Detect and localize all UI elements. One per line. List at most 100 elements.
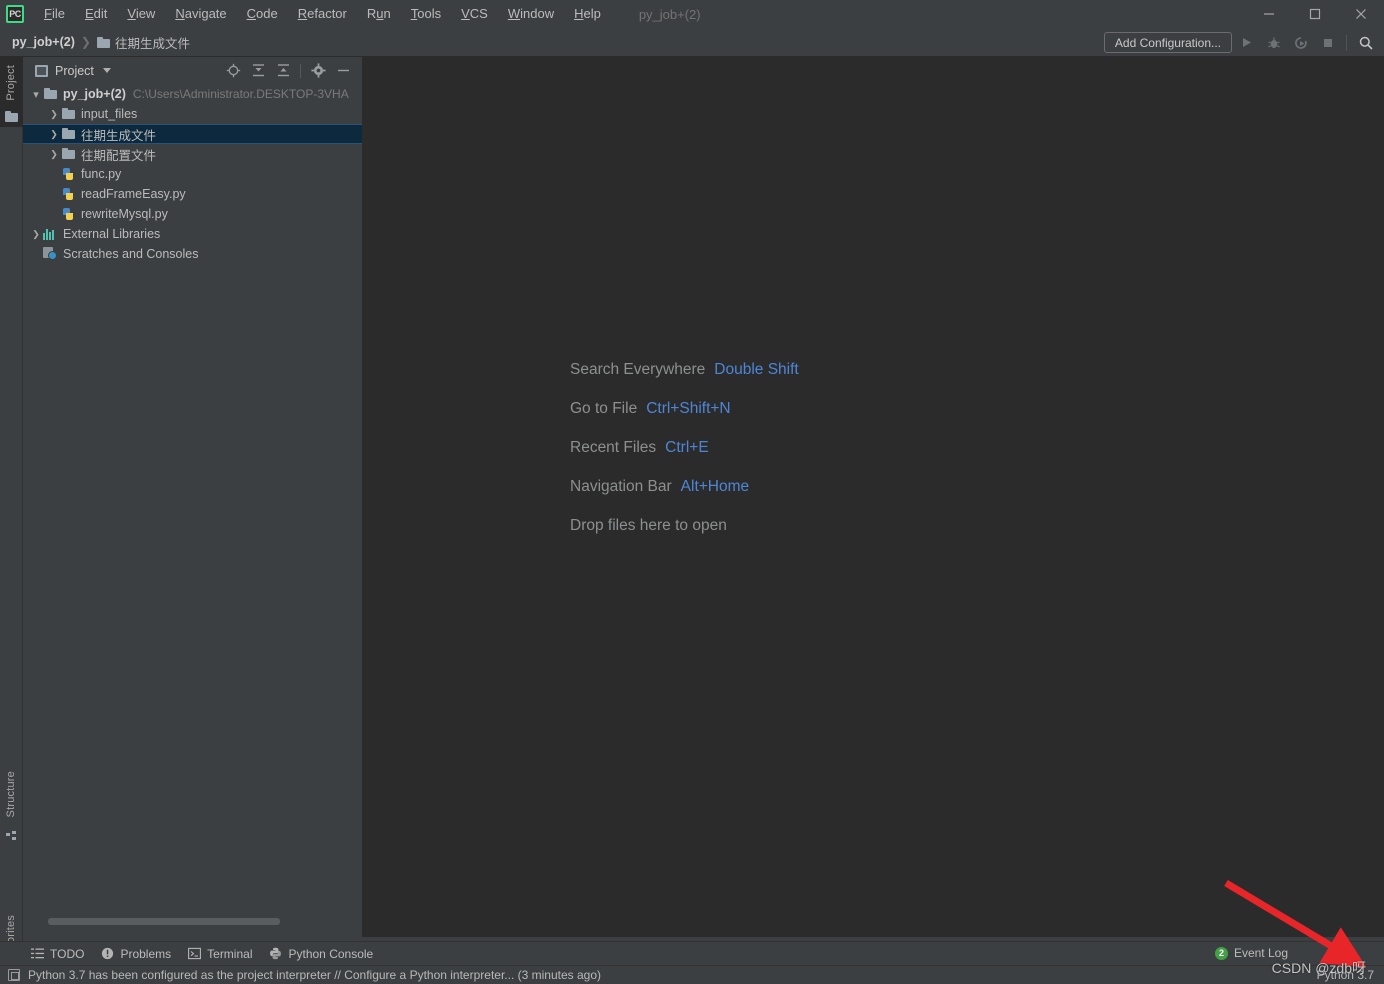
debug-icon[interactable] bbox=[1261, 30, 1286, 55]
add-configuration-button[interactable]: Add Configuration... bbox=[1103, 32, 1232, 53]
tree-row[interactable]: External Libraries bbox=[23, 224, 362, 244]
tree-row[interactable]: py_job+(2) C:\Users\Administrator.DESKTOP… bbox=[23, 84, 362, 104]
tree-row[interactable]: func.py bbox=[23, 164, 362, 184]
menu-item-vcs[interactable]: VCS bbox=[451, 0, 498, 28]
tree-row-label: 往期配置文件 bbox=[81, 148, 157, 163]
tree-row-label: 往期生成文件 bbox=[81, 128, 157, 143]
rail-label-structure[interactable]: Structure bbox=[5, 771, 17, 817]
scratches-icon bbox=[43, 247, 58, 261]
tree-row-label: py_job+(2) bbox=[63, 87, 126, 101]
project-panel-toolbar bbox=[222, 60, 362, 82]
stop-icon[interactable] bbox=[1315, 30, 1340, 55]
python-file-icon bbox=[61, 187, 76, 201]
menu-item-edit[interactable]: Edit bbox=[75, 0, 117, 28]
panel-toolbar-divider bbox=[300, 63, 301, 78]
todo-list-icon bbox=[30, 947, 44, 961]
tree-row[interactable]: readFrameEasy.py bbox=[23, 184, 362, 204]
menu-item-help[interactable]: Help bbox=[564, 0, 611, 28]
pycharm-window: PC File Edit View Navigate Code Refactor Run To… bbox=[0, 0, 1384, 984]
tree-row-label: External Libraries bbox=[63, 227, 161, 241]
problems-icon bbox=[100, 947, 114, 961]
editor-tip-row: Recent Files Ctrl+E bbox=[570, 428, 799, 467]
tree-row[interactable]: rewriteMysql.py bbox=[23, 204, 362, 224]
project-hscrollbar-thumb[interactable] bbox=[48, 918, 280, 925]
project-tree[interactable]: py_job+(2) C:\Users\Administrator.DESKTOP… bbox=[23, 84, 362, 937]
menu-item-run[interactable]: Run bbox=[357, 0, 401, 28]
editor-tip-shortcut: Double Shift bbox=[714, 360, 799, 378]
menu-item-refactor[interactable]: Refactor bbox=[288, 0, 357, 28]
project-panel-label: Project bbox=[55, 63, 94, 78]
tree-row[interactable]: input_files bbox=[23, 104, 362, 124]
external-libraries-icon bbox=[43, 228, 58, 240]
folder-icon bbox=[43, 88, 58, 100]
tool-window-button-terminal[interactable]: Terminal bbox=[187, 946, 253, 961]
breadcrumb-folder[interactable]: 往期生成文件 bbox=[96, 33, 190, 52]
project-panel-title[interactable]: Project bbox=[35, 64, 111, 78]
chevron-down-icon[interactable] bbox=[29, 88, 43, 101]
terminal-icon bbox=[187, 947, 201, 961]
folder-icon bbox=[61, 108, 76, 120]
editor-tip-label: Drop files here to open bbox=[570, 516, 727, 534]
tool-window-button-python-console[interactable]: Python Console bbox=[269, 947, 373, 961]
breadcrumb-folder-label: 往期生成文件 bbox=[114, 36, 190, 51]
run-toolbar: Add Configuration... bbox=[1103, 28, 1378, 57]
maximize-icon[interactable] bbox=[1292, 0, 1338, 28]
tree-row-label: input_files bbox=[81, 107, 138, 121]
search-icon[interactable] bbox=[1353, 30, 1378, 55]
menu-item-code[interactable]: Code bbox=[237, 0, 288, 28]
python-file-icon bbox=[61, 167, 76, 181]
chevron-right-icon[interactable] bbox=[29, 229, 43, 240]
menu-item-tools[interactable]: Tools bbox=[401, 0, 451, 28]
tree-row[interactable]: 往期生成文件 bbox=[23, 124, 362, 144]
breadcrumb-project[interactable]: py_job+(2) bbox=[12, 35, 75, 49]
tool-window-button-label: Terminal bbox=[207, 946, 253, 961]
tool-window-button-todo[interactable]: TODO bbox=[30, 947, 84, 961]
pycharm-logo-icon: PC bbox=[6, 5, 24, 23]
tree-row[interactable]: 往期配置文件 bbox=[23, 144, 362, 164]
project-panel-header: Project bbox=[23, 57, 362, 84]
menu-item-window[interactable]: Window bbox=[498, 0, 564, 28]
editor-tip-row: Navigation Bar Alt+Home bbox=[570, 467, 799, 506]
close-icon[interactable] bbox=[1338, 0, 1384, 28]
collapse-all-icon[interactable] bbox=[272, 60, 294, 82]
menu-item-file[interactable]: File bbox=[34, 0, 75, 28]
editor-tips: Search Everywhere Double Shift Go to File C… bbox=[570, 350, 799, 545]
editor-tip-label: Go to File bbox=[570, 399, 638, 417]
breadcrumb-separator: ❯ bbox=[80, 35, 91, 49]
chevron-right-icon[interactable] bbox=[47, 129, 61, 140]
editor-tip-row: Drop files here to open bbox=[570, 506, 799, 545]
structure-icon bbox=[6, 829, 17, 847]
window-controls bbox=[1246, 0, 1384, 28]
folder-icon bbox=[96, 36, 110, 48]
python-file-icon bbox=[61, 207, 76, 221]
editor-tip-shortcut: Ctrl+E bbox=[665, 438, 709, 456]
menu-bar: File Edit View Navigate Code Refactor Run Tools… bbox=[34, 0, 611, 28]
chevron-down-icon[interactable] bbox=[102, 68, 111, 73]
minimize-icon[interactable] bbox=[1246, 0, 1292, 28]
select-opened-file-icon[interactable] bbox=[222, 60, 244, 82]
folder-icon bbox=[5, 109, 18, 127]
tool-window-button-label: Problems bbox=[120, 946, 172, 961]
event-log-badge: 2 bbox=[1214, 946, 1228, 960]
python-console-icon bbox=[269, 947, 283, 961]
chevron-right-icon[interactable] bbox=[47, 149, 61, 160]
rail-label-project[interactable]: Project bbox=[5, 65, 17, 101]
tool-window-button-problems[interactable]: Problems bbox=[100, 947, 171, 961]
project-tool-window: Project ▾ py_job+(2) C:\Users\Administra… bbox=[23, 57, 362, 937]
expand-all-icon[interactable] bbox=[247, 60, 269, 82]
settings-gear-icon[interactable] bbox=[307, 60, 329, 82]
run-icon[interactable] bbox=[1234, 30, 1259, 55]
menu-item-navigate[interactable]: Navigate bbox=[165, 0, 236, 28]
editor-tip-row: Go to File Ctrl+Shift+N bbox=[570, 389, 799, 428]
editor-area[interactable]: Search Everywhere Double Shift Go to File C… bbox=[362, 57, 1384, 937]
tree-row-path: C:\Users\Administrator.DESKTOP-3VHA bbox=[132, 87, 349, 101]
notification-icon[interactable] bbox=[8, 969, 20, 981]
tree-row[interactable]: Scratches and Consoles bbox=[23, 244, 362, 264]
run-with-coverage-icon[interactable] bbox=[1288, 30, 1313, 55]
editor-tip-label: Navigation Bar bbox=[570, 477, 672, 495]
hide-panel-icon[interactable] bbox=[332, 60, 354, 82]
menu-item-view[interactable]: View bbox=[117, 0, 165, 28]
chevron-right-icon[interactable] bbox=[47, 109, 61, 120]
watermark-text: CSDN @zdb呀 bbox=[1271, 960, 1366, 976]
tree-row-label: Scratches and Consoles bbox=[63, 247, 199, 261]
